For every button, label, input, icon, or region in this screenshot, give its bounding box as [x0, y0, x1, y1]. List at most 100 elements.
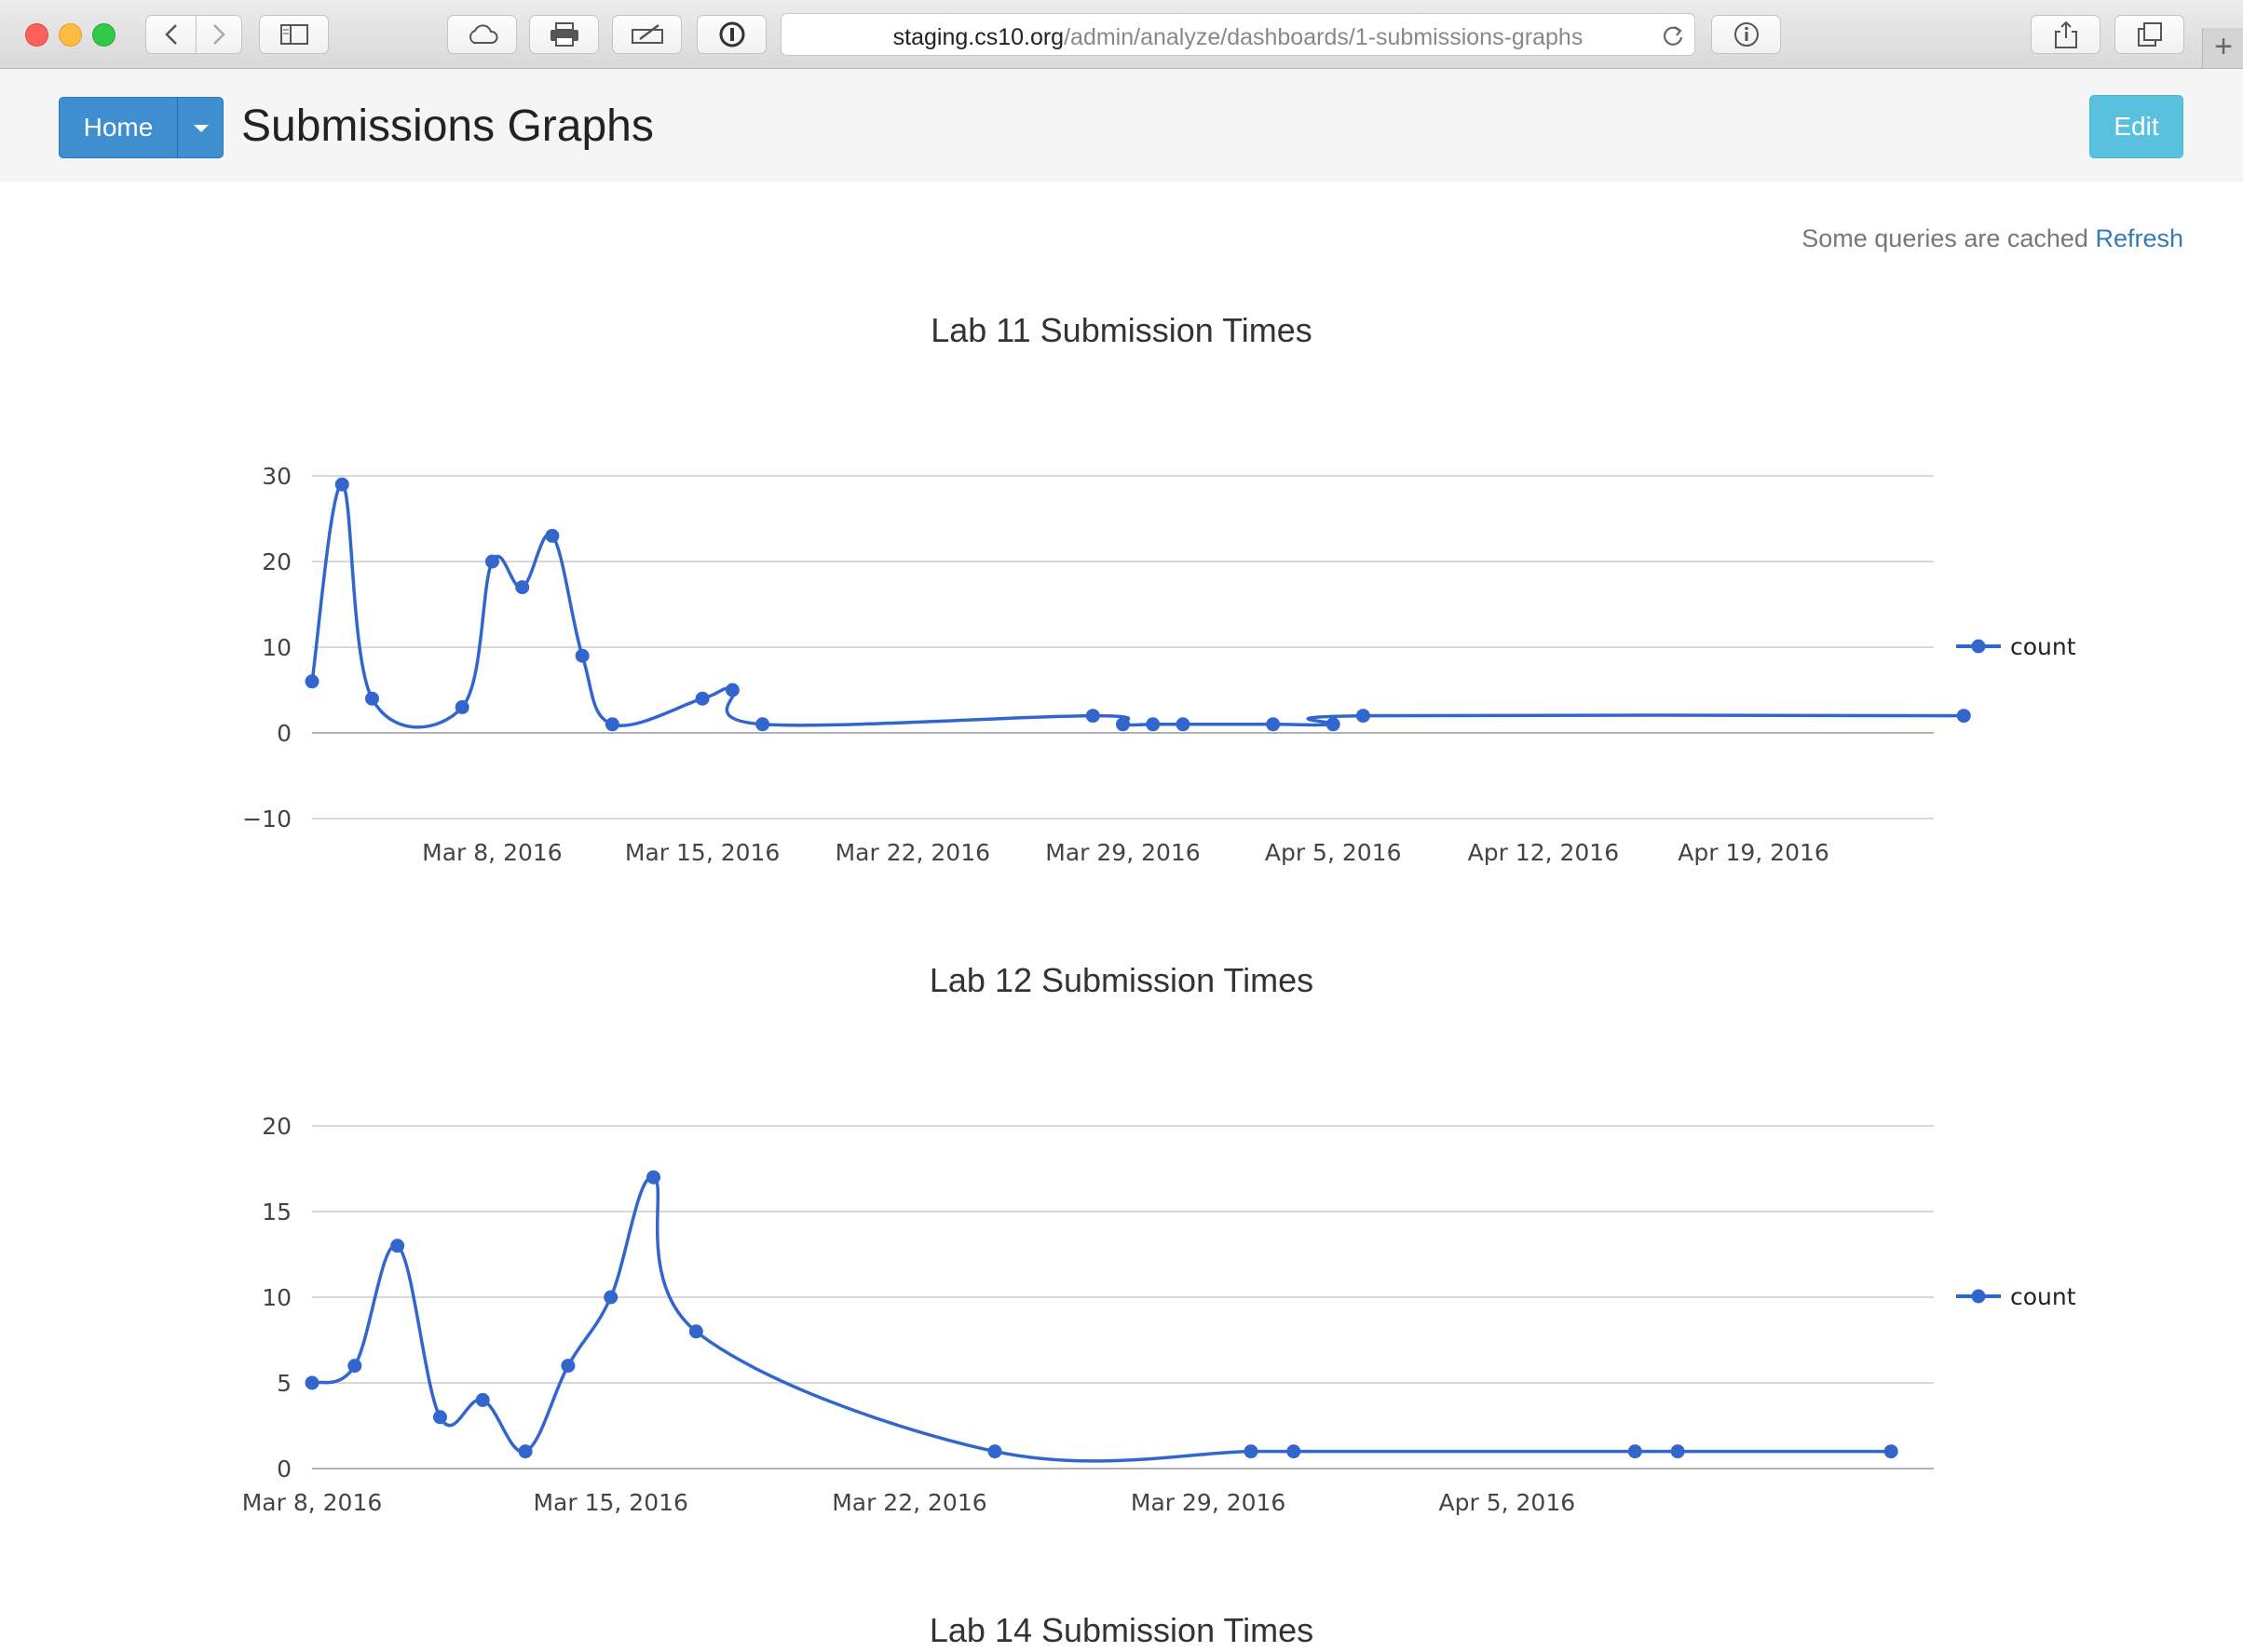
y-tick-label: 15 — [262, 1198, 292, 1225]
chevron-right-icon — [213, 24, 225, 45]
data-point[interactable] — [1244, 1444, 1258, 1459]
x-tick-label: Apr 19, 2016 — [1678, 839, 1829, 866]
browser-toolbar: staging.cs10.org/admin/analyze/dashboard… — [0, 0, 2243, 69]
legend-marker — [1971, 1289, 1986, 1304]
url-host: staging.cs10.org — [892, 24, 1065, 50]
password-manager-button[interactable] — [697, 15, 767, 54]
chevron-left-icon — [164, 24, 177, 45]
data-point[interactable] — [575, 648, 590, 663]
sidebar-toggle-button[interactable] — [259, 15, 329, 54]
data-point[interactable] — [1146, 717, 1161, 732]
series-line-count — [310, 482, 1964, 729]
address-bar[interactable]: staging.cs10.org/admin/analyze/dashboard… — [781, 13, 1695, 56]
data-point[interactable] — [1956, 709, 1971, 724]
data-point[interactable] — [1085, 709, 1100, 724]
data-point[interactable] — [1286, 1444, 1301, 1459]
lab11-chart: 30 20 10 0 −10 Mar 8, 2016 Mar 15, 2016 Mar 22,… — [242, 463, 2076, 866]
back-button[interactable] — [145, 15, 197, 54]
zoom-window-button[interactable] — [92, 23, 116, 47]
new-tab-button[interactable]: + — [2202, 28, 2243, 68]
data-point[interactable] — [1116, 717, 1130, 732]
data-point[interactable] — [1266, 717, 1281, 732]
x-tick-label: Mar 15, 2016 — [533, 1489, 687, 1516]
data-point[interactable] — [604, 1290, 619, 1305]
data-point[interactable] — [515, 580, 530, 595]
markup-icon — [631, 24, 663, 44]
data-point[interactable] — [605, 717, 619, 732]
share-button[interactable] — [2031, 15, 2100, 54]
x-tick-label: Mar 8, 2016 — [422, 839, 563, 866]
x-tick-label: Mar 29, 2016 — [1131, 1489, 1285, 1516]
x-tick-label: Mar 22, 2016 — [836, 839, 990, 866]
y-tick-label: 30 — [262, 463, 292, 490]
chart-title-lab12: Lab 12 Submission Times — [929, 961, 1314, 999]
close-window-button[interactable] — [25, 23, 48, 47]
data-point[interactable] — [688, 1324, 703, 1339]
data-point[interactable] — [305, 674, 319, 689]
data-point[interactable] — [364, 691, 379, 706]
data-point[interactable] — [334, 477, 349, 492]
data-point[interactable] — [1627, 1444, 1642, 1459]
data-point[interactable] — [725, 683, 740, 697]
data-point[interactable] — [347, 1359, 362, 1374]
legend-label[interactable]: count — [2010, 633, 2076, 660]
home-dropdown-toggle[interactable] — [177, 97, 224, 158]
y-tick-label: 10 — [262, 1284, 292, 1311]
url-text: staging.cs10.org/admin/analyze/dashboard… — [782, 24, 1694, 51]
show-tabs-button[interactable] — [2114, 15, 2184, 54]
data-point[interactable] — [1176, 717, 1190, 732]
data-point[interactable] — [1883, 1444, 1898, 1459]
x-tick-label: Mar 15, 2016 — [625, 839, 780, 866]
tabs-overview-icon — [2137, 22, 2162, 47]
data-point[interactable] — [1670, 1444, 1685, 1459]
data-point[interactable] — [1325, 717, 1340, 732]
cloud-icon — [469, 24, 497, 44]
chart-title-lab11: Lab 11 Submission Times — [931, 311, 1312, 349]
home-button[interactable]: Home — [59, 97, 178, 158]
plus-icon: + — [2214, 29, 2233, 64]
cache-notice-text: Some queries are cached — [1801, 224, 2088, 252]
cache-notice: Some queries are cached Refresh — [1801, 224, 2183, 253]
data-point[interactable] — [484, 554, 499, 569]
url-path: /admin/analyze/dashboards/1-submissions-… — [1064, 24, 1584, 50]
data-point[interactable] — [755, 717, 770, 732]
icloud-button[interactable] — [447, 15, 517, 54]
data-point[interactable] — [475, 1392, 490, 1407]
x-tick-label: Mar 22, 2016 — [832, 1489, 986, 1516]
data-point[interactable] — [305, 1375, 319, 1390]
y-tick-label: −10 — [242, 806, 292, 833]
refresh-link[interactable]: Refresh — [2095, 224, 2183, 252]
legend-marker — [1971, 639, 1986, 654]
y-tick-label: 5 — [277, 1370, 292, 1397]
legend-label[interactable]: count — [2010, 1283, 2076, 1310]
annotate-button[interactable] — [612, 15, 682, 54]
data-point[interactable] — [561, 1359, 576, 1374]
data-point[interactable] — [1355, 709, 1370, 724]
edit-button[interactable]: Edit — [2089, 95, 2183, 158]
info-icon — [1733, 22, 1759, 47]
reload-icon[interactable] — [1661, 23, 1685, 47]
share-icon — [2054, 20, 2077, 48]
x-tick-label: Apr 5, 2016 — [1439, 1489, 1576, 1516]
minimize-window-button[interactable] — [59, 23, 82, 47]
forward-button[interactable] — [196, 15, 242, 54]
print-button[interactable] — [529, 15, 599, 54]
y-tick-label: 20 — [262, 1113, 292, 1140]
data-point[interactable] — [987, 1444, 1002, 1459]
x-tick-label: Mar 29, 2016 — [1045, 839, 1200, 866]
series-line-count — [311, 1175, 1892, 1463]
data-point[interactable] — [518, 1444, 533, 1459]
data-point[interactable] — [455, 699, 469, 714]
data-point[interactable] — [545, 528, 560, 543]
reader-info-button[interactable] — [1711, 15, 1781, 54]
data-point[interactable] — [432, 1410, 447, 1425]
dashboard-header: Home Submissions Graphs Edit — [0, 69, 2243, 182]
x-tick-label: Mar 8, 2016 — [242, 1489, 383, 1516]
chart-title-lab14: Lab 14 Submission Times — [929, 1611, 1314, 1649]
y-tick-label: 0 — [277, 720, 292, 747]
data-point[interactable] — [646, 1170, 661, 1185]
sidebar-icon — [279, 24, 308, 45]
data-point[interactable] — [695, 691, 710, 706]
data-point[interactable] — [390, 1239, 405, 1253]
page-title: Submissions Graphs — [241, 102, 654, 151]
